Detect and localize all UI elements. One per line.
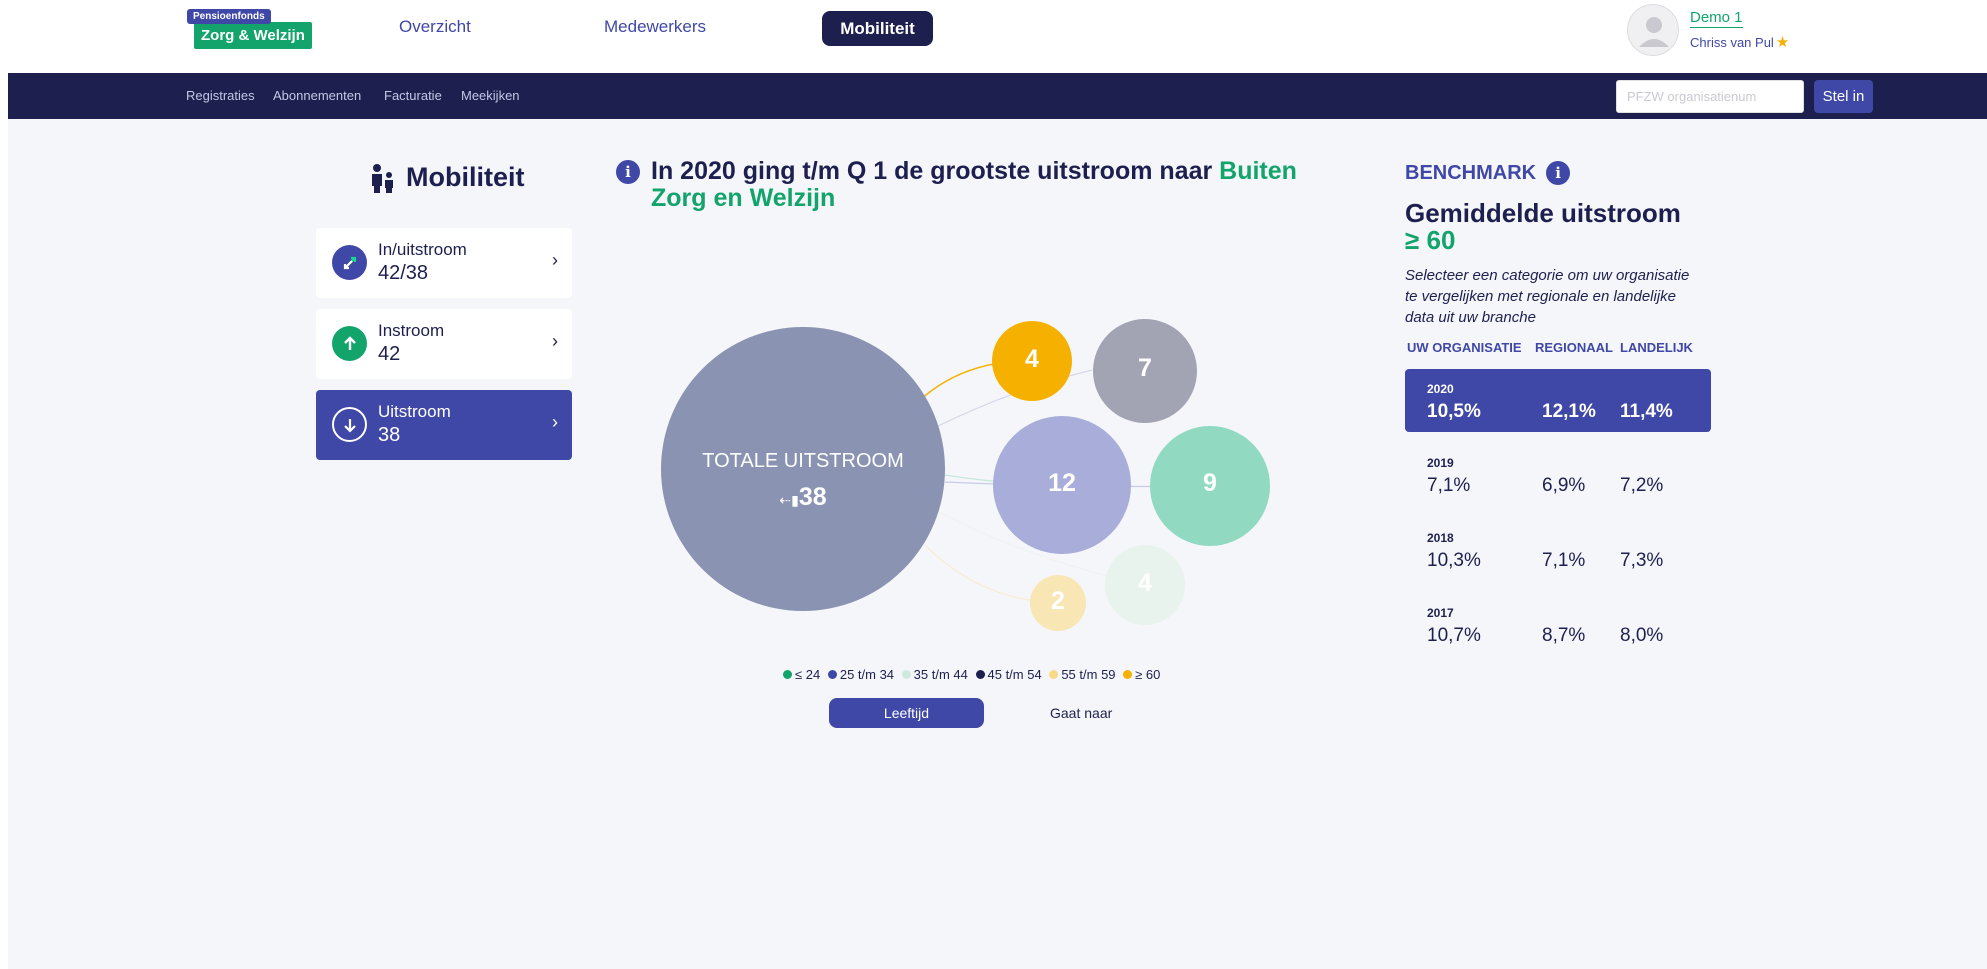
- row-regional: 7,1%: [1542, 550, 1586, 571]
- benchmark-row[interactable]: 2018 10,3% 7,1% 7,3%: [1405, 518, 1711, 581]
- row-year: 2018: [1427, 531, 1454, 545]
- row-org: 10,7%: [1427, 625, 1481, 646]
- legend-item: 35 t/m 44: [901, 667, 968, 682]
- bubble[interactable]: [1030, 575, 1086, 631]
- benchmark-title-highlight: ≥ 60: [1405, 225, 1456, 255]
- column-header-national: LANDELIJK: [1620, 340, 1693, 355]
- row-year: 2019: [1427, 456, 1454, 470]
- legend: ≤ 24 25 t/m 34 35 t/m 44 45 t/m 54 55 t/…: [783, 667, 1164, 682]
- legend-label: ≤ 24: [795, 667, 821, 682]
- benchmark-row[interactable]: 2017 10,7% 8,7% 8,0%: [1405, 593, 1711, 656]
- legend-item: 25 t/m 34: [827, 667, 895, 682]
- row-org: 10,5%: [1427, 401, 1481, 422]
- legend-dot: [901, 670, 911, 679]
- bubble[interactable]: [992, 321, 1072, 401]
- row-org: 10,3%: [1427, 550, 1481, 571]
- row-national: 11,4%: [1620, 401, 1673, 422]
- row-national: 8,0%: [1620, 625, 1664, 646]
- toggle-gaat-naar[interactable]: Gaat naar: [1050, 705, 1112, 721]
- benchmark-title-text: Gemiddelde uitstroom: [1405, 198, 1681, 228]
- benchmark-label-text: BENCHMARK: [1405, 161, 1537, 184]
- bubble[interactable]: [993, 416, 1131, 554]
- legend-item: 45 t/m 54: [975, 667, 1042, 682]
- row-regional: 8,7%: [1542, 625, 1586, 646]
- bubble[interactable]: [1093, 319, 1197, 423]
- info-icon[interactable]: i: [1546, 161, 1571, 185]
- benchmark-title: Gemiddelde uitstroom ≥ 60: [1405, 200, 1681, 254]
- benchmark-row[interactable]: 2019 7,1% 6,9% 7,2%: [1405, 443, 1711, 506]
- row-regional: 12,1%: [1542, 401, 1596, 422]
- row-regional: 6,9%: [1542, 475, 1586, 496]
- legend-dot: [827, 670, 837, 679]
- legend-label: 25 t/m 34: [839, 667, 895, 682]
- bubble[interactable]: [1150, 426, 1270, 546]
- row-org: 7,1%: [1427, 475, 1471, 496]
- legend-item: 55 t/m 59: [1049, 667, 1116, 682]
- bubble[interactable]: [1105, 545, 1185, 625]
- legend-label: 55 t/m 59: [1061, 667, 1116, 682]
- benchmark-label: BENCHMARK i: [1405, 161, 1571, 185]
- toggle-leeftijd[interactable]: Leeftijd: [829, 698, 984, 728]
- benchmark-description: Selecteer een categorie om uw organisati…: [1405, 267, 1690, 326]
- column-header-regional: REGIONAAL: [1535, 340, 1613, 355]
- row-year: 2017: [1427, 606, 1454, 620]
- row-national: 7,3%: [1620, 550, 1664, 571]
- legend-dot: [1123, 670, 1133, 679]
- legend-dot: [783, 670, 792, 679]
- column-header-organisation: UW ORGANISATIE: [1407, 340, 1522, 355]
- benchmark-row[interactable]: 2020 10,5% 12,1% 11,4%: [1405, 369, 1711, 432]
- legend-label: ≥ 60: [1135, 667, 1161, 682]
- legend-dot: [975, 670, 985, 679]
- row-national: 7,2%: [1620, 475, 1664, 496]
- legend-label: 45 t/m 54: [987, 667, 1042, 682]
- row-year: 2020: [1427, 382, 1454, 396]
- legend-item: ≥ 60: [1123, 667, 1160, 682]
- total-outflow-bubble[interactable]: [661, 327, 945, 611]
- legend-dot: [1049, 670, 1059, 679]
- legend-label: 35 t/m 44: [913, 667, 968, 682]
- legend-item: ≤ 24: [783, 667, 820, 682]
